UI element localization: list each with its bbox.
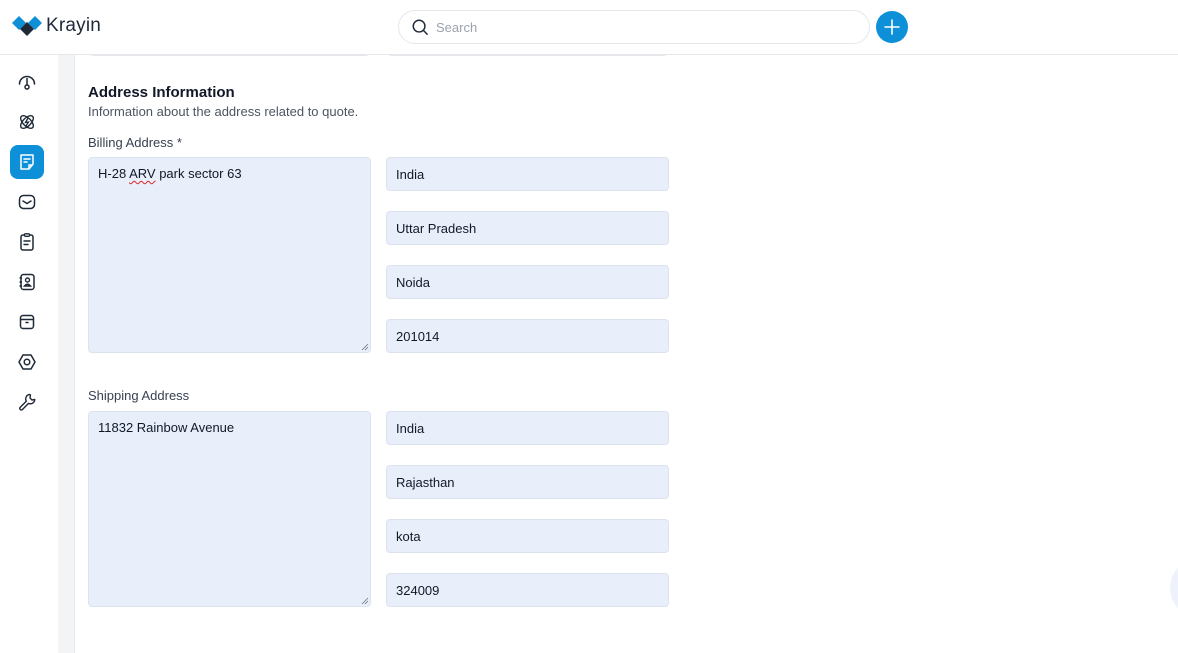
app-logo[interactable]: Krayin: [12, 15, 101, 37]
sidebar-item-contacts[interactable]: [10, 265, 44, 299]
contact-book-icon: [19, 273, 35, 291]
top-header: Krayin: [0, 0, 1178, 55]
section-description: Information about the address related to…: [88, 104, 359, 119]
sidebar-item-quotes[interactable]: [10, 145, 44, 179]
quick-create-button[interactable]: [876, 11, 908, 43]
sidebar-item-mail[interactable]: [10, 185, 44, 219]
section-title: Address Information: [88, 84, 235, 101]
archive-box-icon: [19, 314, 35, 330]
krayin-logo-icon: [12, 16, 42, 36]
billing-country-field[interactable]: [386, 157, 669, 191]
resize-handle-icon[interactable]: [361, 343, 369, 351]
shipping-address-textarea[interactable]: [88, 411, 371, 607]
shipping-state-field[interactable]: [386, 465, 669, 499]
shipping-country-field[interactable]: [386, 411, 669, 445]
gauge-icon: [18, 75, 36, 90]
search-bar[interactable]: [398, 10, 870, 44]
search-icon: [412, 19, 428, 35]
hexagon-settings-icon: [18, 354, 36, 370]
atom-icon: [19, 114, 35, 130]
billing-postcode-field[interactable]: [386, 319, 669, 353]
sidebar-item-activities[interactable]: [10, 225, 44, 259]
sidebar-nav: [0, 55, 58, 653]
sidebar-item-products[interactable]: [10, 305, 44, 339]
sidebar-item-leads[interactable]: [10, 105, 44, 139]
shipping-postcode-field[interactable]: [386, 573, 669, 607]
billing-city-field[interactable]: [386, 265, 669, 299]
shipping-city-field[interactable]: [386, 519, 669, 553]
sticky-note-icon: [20, 154, 34, 170]
resize-handle-icon[interactable]: [361, 597, 369, 605]
wrench-icon: [19, 393, 36, 411]
mail-icon: [18, 194, 36, 210]
app-name: Krayin: [46, 15, 102, 36]
plus-icon: [884, 19, 900, 35]
sidebar-item-configuration[interactable]: [10, 385, 44, 419]
billing-state-field[interactable]: [386, 211, 669, 245]
search-input[interactable]: [436, 19, 836, 35]
clipboard-icon: [20, 233, 34, 251]
shipping-address-label: Shipping Address: [88, 388, 190, 403]
sidebar-item-dashboard[interactable]: [10, 65, 44, 99]
sidebar-item-settings[interactable]: [10, 345, 44, 379]
billing-address-label: Billing Address *: [88, 135, 182, 150]
billing-address-textarea[interactable]: [88, 157, 371, 353]
